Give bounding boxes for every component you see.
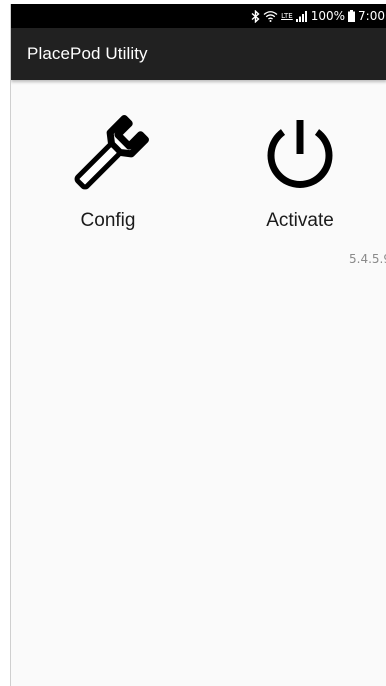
activate-label: Activate: [266, 210, 334, 231]
app-title: PlacePod Utility: [27, 44, 148, 63]
config-label: Config: [80, 210, 136, 231]
config-button[interactable]: Config: [33, 112, 183, 232]
version-text: 5.4.5.9: [349, 252, 386, 266]
status-bar: LTE 100% 7:00: [11, 4, 386, 28]
bluetooth-icon: [251, 9, 260, 23]
power-icon: [267, 120, 333, 188]
app-bar: PlacePod Utility: [11, 28, 386, 80]
app-screen: LTE 100% 7:00 PlacePod Utility Config Ac…: [10, 4, 386, 686]
activate-button[interactable]: Activate: [225, 114, 375, 232]
status-time: 7:00: [358, 9, 385, 23]
signal-icon: [295, 10, 308, 22]
wrench-icon: [74, 115, 149, 190]
battery-icon: [348, 10, 356, 22]
wifi-icon: [263, 10, 278, 22]
battery-percent: 100%: [310, 9, 346, 23]
status-icons: LTE 100% 7:00: [251, 4, 385, 28]
lte-indicator: LTE: [281, 12, 293, 20]
